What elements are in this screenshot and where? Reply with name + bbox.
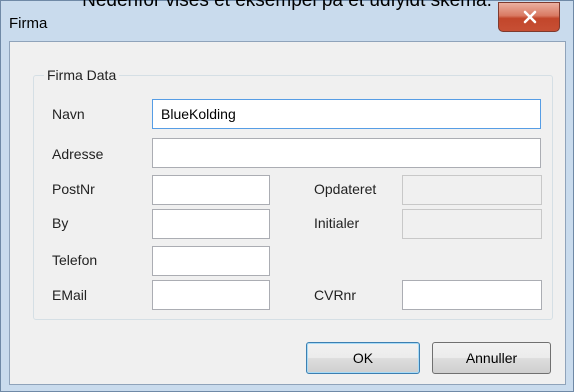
telefon-label: Telefon (52, 252, 98, 268)
cvrnr-label: CVRnr (314, 287, 357, 303)
close-icon (523, 10, 537, 24)
by-label: By (52, 215, 69, 231)
ok-button[interactable]: OK (306, 342, 420, 374)
cvrnr-field[interactable] (402, 280, 542, 310)
close-button[interactable] (498, 2, 560, 32)
navn-label: Navn (52, 106, 85, 122)
opdateret-label: Opdateret (314, 181, 377, 197)
adresse-field[interactable] (152, 138, 541, 168)
dialog-client-area: Firma Data Navn Adresse PostNr Opdateret… (9, 41, 566, 385)
postnr-field[interactable] (152, 175, 270, 205)
by-field[interactable] (152, 209, 270, 239)
page-caption: Nedenfor vises et eksempel på et udfyldt… (82, 0, 492, 11)
email-field[interactable] (152, 280, 270, 310)
window-title: Firma (9, 15, 48, 32)
firma-dialog: Firma Firma Data Navn Adresse PostNr Opd… (0, 0, 574, 392)
initialer-label: Initialer (314, 215, 360, 231)
adresse-label: Adresse (52, 146, 104, 162)
group-title: Firma Data (44, 67, 120, 83)
opdateret-field (402, 175, 542, 205)
navn-field[interactable] (152, 99, 541, 129)
email-label: EMail (52, 287, 88, 303)
postnr-label: PostNr (52, 181, 95, 197)
cancel-button[interactable]: Annuller (432, 342, 551, 374)
initialer-field (402, 209, 542, 239)
telefon-field[interactable] (152, 246, 270, 276)
